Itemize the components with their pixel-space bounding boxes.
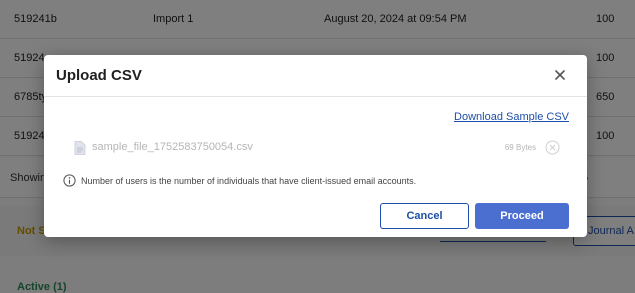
close-icon bbox=[555, 70, 565, 80]
modal-header: Upload CSV bbox=[44, 55, 587, 97]
close-circle-icon bbox=[545, 140, 560, 155]
file-name: sample_file_1752583750054.csv bbox=[92, 141, 253, 153]
file-icon bbox=[74, 141, 86, 155]
info-icon bbox=[63, 174, 76, 187]
modal-title: Upload CSV bbox=[56, 67, 142, 84]
info-note: Number of users is the number of individ… bbox=[63, 174, 563, 190]
file-size: 69 Bytes bbox=[504, 143, 536, 152]
proceed-button[interactable]: Proceed bbox=[475, 203, 569, 229]
download-sample-csv-link[interactable]: Download Sample CSV bbox=[454, 111, 569, 123]
close-button[interactable] bbox=[550, 65, 570, 85]
uploaded-file-row: sample_file_1752583750054.csv 69 Bytes bbox=[74, 139, 560, 157]
info-text: Number of users is the number of individ… bbox=[81, 176, 417, 186]
cancel-button[interactable]: Cancel bbox=[380, 203, 469, 229]
upload-csv-modal: Upload CSV Download Sample CSV sample_fi… bbox=[44, 55, 587, 237]
remove-file-button[interactable] bbox=[545, 140, 560, 155]
